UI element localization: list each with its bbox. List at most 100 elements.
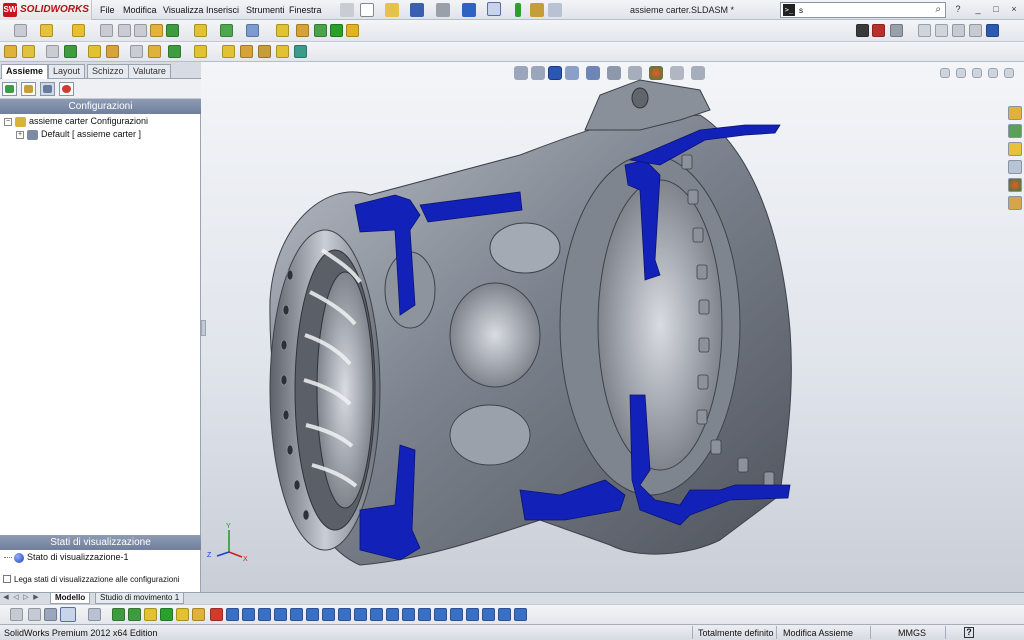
tab-valutare[interactable]: Valutare: [128, 64, 171, 78]
symmetry-check-icon[interactable]: [168, 45, 181, 58]
linear-pattern-icon[interactable]: [100, 24, 113, 37]
3d-model-casing[interactable]: Y X Z: [201, 62, 1024, 592]
graphics-area[interactable]: Y X Z: [201, 62, 1024, 592]
filter-vertices-icon[interactable]: [88, 608, 101, 621]
filter-surface-finish-icon[interactable]: [306, 608, 319, 621]
zebra-stripes-icon[interactable]: [222, 45, 235, 58]
property-manager-tab[interactable]: [21, 82, 36, 96]
layout-rows-icon[interactable]: [969, 24, 982, 37]
configuration-manager-tab[interactable]: [40, 82, 55, 96]
exploded-view-icon[interactable]: [276, 24, 289, 37]
print-icon[interactable]: [436, 3, 450, 17]
minimize-button[interactable]: _: [972, 4, 984, 15]
restore-button[interactable]: □: [990, 4, 1002, 15]
last-tab-arrow-icon[interactable]: ▶: [32, 594, 40, 602]
filter-points-icon[interactable]: [192, 608, 205, 621]
rebuild-traffic-light-icon[interactable]: [515, 3, 521, 17]
feature-manager-tab[interactable]: [2, 82, 17, 96]
tab-schizzo[interactable]: Schizzo: [87, 64, 129, 78]
insert-component-icon[interactable]: [40, 24, 53, 37]
mate-icon[interactable]: [72, 24, 85, 37]
open-folder-icon[interactable]: [385, 3, 399, 17]
hole-alignment-icon[interactable]: [346, 24, 359, 37]
measure-icon[interactable]: [46, 45, 59, 58]
prev-tab-arrow-icon[interactable]: ◁: [12, 594, 20, 602]
tab-layout[interactable]: Layout: [48, 64, 86, 78]
filter-cosmetic-thread-icon[interactable]: [338, 608, 351, 621]
explode-line-sketch-icon[interactable]: [296, 24, 309, 37]
layout-cascade-icon[interactable]: [935, 24, 948, 37]
config-tree-root[interactable]: − assieme carter Configurazioni: [4, 116, 148, 127]
file-properties-icon[interactable]: [530, 3, 544, 17]
new-document-icon[interactable]: [360, 3, 374, 17]
mass-properties-icon[interactable]: [64, 45, 77, 58]
search-input[interactable]: [799, 4, 925, 16]
options-icon[interactable]: [548, 3, 562, 17]
deviation-analysis-icon[interactable]: [258, 45, 271, 58]
next-tab-arrow-icon[interactable]: ▷: [22, 594, 30, 602]
camera-icon[interactable]: [856, 24, 869, 37]
filter-blocks-icon[interactable]: [354, 608, 367, 621]
pin-menu-icon[interactable]: [340, 3, 354, 17]
filter-dimensions-icon[interactable]: [226, 608, 239, 621]
magnifier-icon[interactable]: ⌕: [935, 4, 941, 15]
filter-dowel-pin-icon[interactable]: [370, 608, 383, 621]
save-icon[interactable]: [410, 3, 424, 17]
draft-analysis-icon[interactable]: [148, 45, 161, 58]
move-component-icon[interactable]: [134, 24, 147, 37]
filter-planes-icon[interactable]: [176, 608, 189, 621]
dimension-icon[interactable]: [986, 24, 999, 37]
parting-line-analysis-icon[interactable]: [294, 45, 307, 58]
expand-toggle[interactable]: +: [16, 130, 24, 139]
selection-cursor-icon[interactable]: [60, 607, 76, 622]
select-all-filters-icon[interactable]: [44, 608, 57, 621]
filter-midpoint-icon[interactable]: [466, 608, 479, 621]
undo-icon[interactable]: [462, 3, 476, 17]
menu-modifica[interactable]: Modifica: [123, 5, 157, 15]
config-tree-default[interactable]: + Default [ assieme carter ]: [16, 129, 141, 140]
filter-centerline-icon[interactable]: [402, 608, 415, 621]
filter-surface-bodies-icon[interactable]: [498, 608, 511, 621]
search-commands-box[interactable]: >_ ⌕: [780, 2, 946, 18]
undercut-analysis-icon[interactable]: [276, 45, 289, 58]
filter-table-icon[interactable]: [418, 608, 431, 621]
tab-studio-movimento[interactable]: Studio di movimento 1: [95, 593, 185, 604]
toggle-filter-icon[interactable]: [10, 608, 23, 621]
filter-balloons-icon[interactable]: [258, 608, 271, 621]
filter-connection-point-icon[interactable]: [434, 608, 447, 621]
record-video-icon[interactable]: [872, 24, 885, 37]
photo-render-icon[interactable]: [890, 24, 903, 37]
filter-edges-icon[interactable]: [112, 608, 125, 621]
assembly-features-icon[interactable]: [166, 24, 179, 37]
check-icon[interactable]: [106, 45, 119, 58]
help-icon[interactable]: ?: [952, 4, 964, 15]
first-tab-arrow-icon[interactable]: ◀: [2, 594, 10, 602]
select-cursor-icon[interactable]: [487, 2, 501, 16]
filter-surfaces-icon[interactable]: [144, 608, 157, 621]
filter-routing-point-icon[interactable]: [450, 608, 463, 621]
link-display-states-checkbox[interactable]: [3, 575, 11, 583]
status-help-icon[interactable]: ?: [964, 627, 974, 638]
clear-filters-icon[interactable]: [28, 608, 41, 621]
solidworks-logo[interactable]: SW SOLIDWORKS: [0, 0, 92, 20]
filter-notes-icon[interactable]: [242, 608, 255, 621]
collapse-toggle[interactable]: −: [4, 117, 12, 126]
thickness-analysis-icon[interactable]: [194, 45, 207, 58]
filter-gtol-icon[interactable]: [274, 608, 287, 621]
display-state-row[interactable]: Stato di visualizzazione-1: [4, 552, 129, 563]
new-motion-study-icon[interactable]: [220, 24, 233, 37]
filter-mates-icon[interactable]: [514, 608, 527, 621]
filter-weld-icon[interactable]: [322, 608, 335, 621]
menu-strumenti[interactable]: Strumenti: [246, 5, 285, 15]
unit-system[interactable]: MMGS: [898, 628, 926, 638]
edit-component-icon[interactable]: [4, 45, 17, 58]
filter-solid-bodies-icon[interactable]: [482, 608, 495, 621]
bill-of-materials-icon[interactable]: [246, 24, 259, 37]
filter-faces-icon[interactable]: [128, 608, 141, 621]
section-properties-icon[interactable]: [88, 45, 101, 58]
interference-detection-icon[interactable]: [314, 24, 327, 37]
curvature-icon[interactable]: [240, 45, 253, 58]
layout-tile-icon[interactable]: [918, 24, 931, 37]
reference-geometry-icon[interactable]: [194, 24, 207, 37]
filter-sketch-icon[interactable]: [210, 608, 223, 621]
